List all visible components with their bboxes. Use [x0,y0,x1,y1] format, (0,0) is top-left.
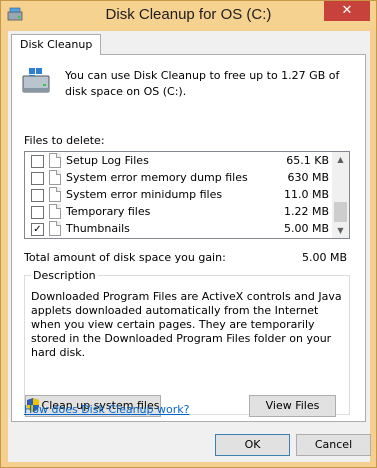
dialog-client-area: Disk Cleanup You can use Disk Cleanup to… [8,31,371,462]
file-size: 630 MB [287,171,329,184]
vertical-scrollbar[interactable]: ▲ ▼ [332,152,349,238]
checkbox[interactable] [31,189,44,202]
files-to-delete-label: Files to delete: [24,134,105,147]
description-text: Downloaded Program Files are ActiveX con… [31,290,342,359]
view-files-button[interactable]: View Files [249,395,336,417]
file-name: System error minidump files [66,188,223,201]
help-link[interactable]: How does Disk Cleanup work? [24,403,189,416]
checkbox[interactable] [31,206,44,219]
list-item[interactable]: ✓ Thumbnails 5.00 MB [25,220,333,237]
file-icon [49,187,61,202]
scroll-up-icon[interactable]: ▲ [332,152,349,167]
checkbox[interactable] [31,155,44,168]
file-icon [49,221,61,236]
scroll-thumb[interactable] [334,202,347,222]
drive-icon [22,68,50,93]
file-name: System error memory dump files [66,171,248,184]
tab-panel: You can use Disk Cleanup to free up to 1… [11,54,366,422]
total-value: 5.00 MB [301,251,347,264]
checkbox[interactable] [31,172,44,185]
file-icon [49,153,61,168]
list-item[interactable]: Temporary files 1.22 MB [25,203,333,220]
file-icon [49,204,61,219]
file-size: 1.22 MB [283,205,329,218]
files-to-delete-list[interactable]: Setup Log Files 65.1 KB System error mem… [24,151,350,239]
list-item[interactable]: System error minidump files 11.0 MB [25,186,333,203]
list-item[interactable]: Setup Log Files 65.1 KB [25,152,333,169]
file-name: Temporary files [66,205,151,218]
close-button[interactable]: ✕ [324,1,370,21]
scroll-down-icon[interactable]: ▼ [332,223,349,238]
file-size: 5.00 MB [283,222,329,235]
file-size: 11.0 MB [283,188,329,201]
description-legend: Description [31,269,98,282]
file-size: 65.1 KB [286,154,329,167]
title-bar[interactable]: Disk Cleanup for OS (C:) ✕ [1,1,376,28]
checkbox[interactable]: ✓ [31,223,44,236]
file-name: Thumbnails [66,222,130,235]
intro-text: You can use Disk Cleanup to free up to 1… [65,69,340,98]
file-name: Setup Log Files [66,154,149,167]
ok-button[interactable]: OK [215,434,290,456]
window-title: Disk Cleanup for OS (C:) [105,6,272,23]
file-icon [49,170,61,185]
disk-cleanup-window: Disk Cleanup for OS (C:) ✕ Disk Cleanup … [0,0,377,468]
total-label: Total amount of disk space you gain: [24,251,226,264]
description-group: Description Downloaded Program Files are… [24,269,350,415]
tab-disk-cleanup[interactable]: Disk Cleanup [11,34,102,55]
list-item[interactable]: System error memory dump files 630 MB [25,169,333,186]
cancel-button[interactable]: Cancel [296,434,371,456]
